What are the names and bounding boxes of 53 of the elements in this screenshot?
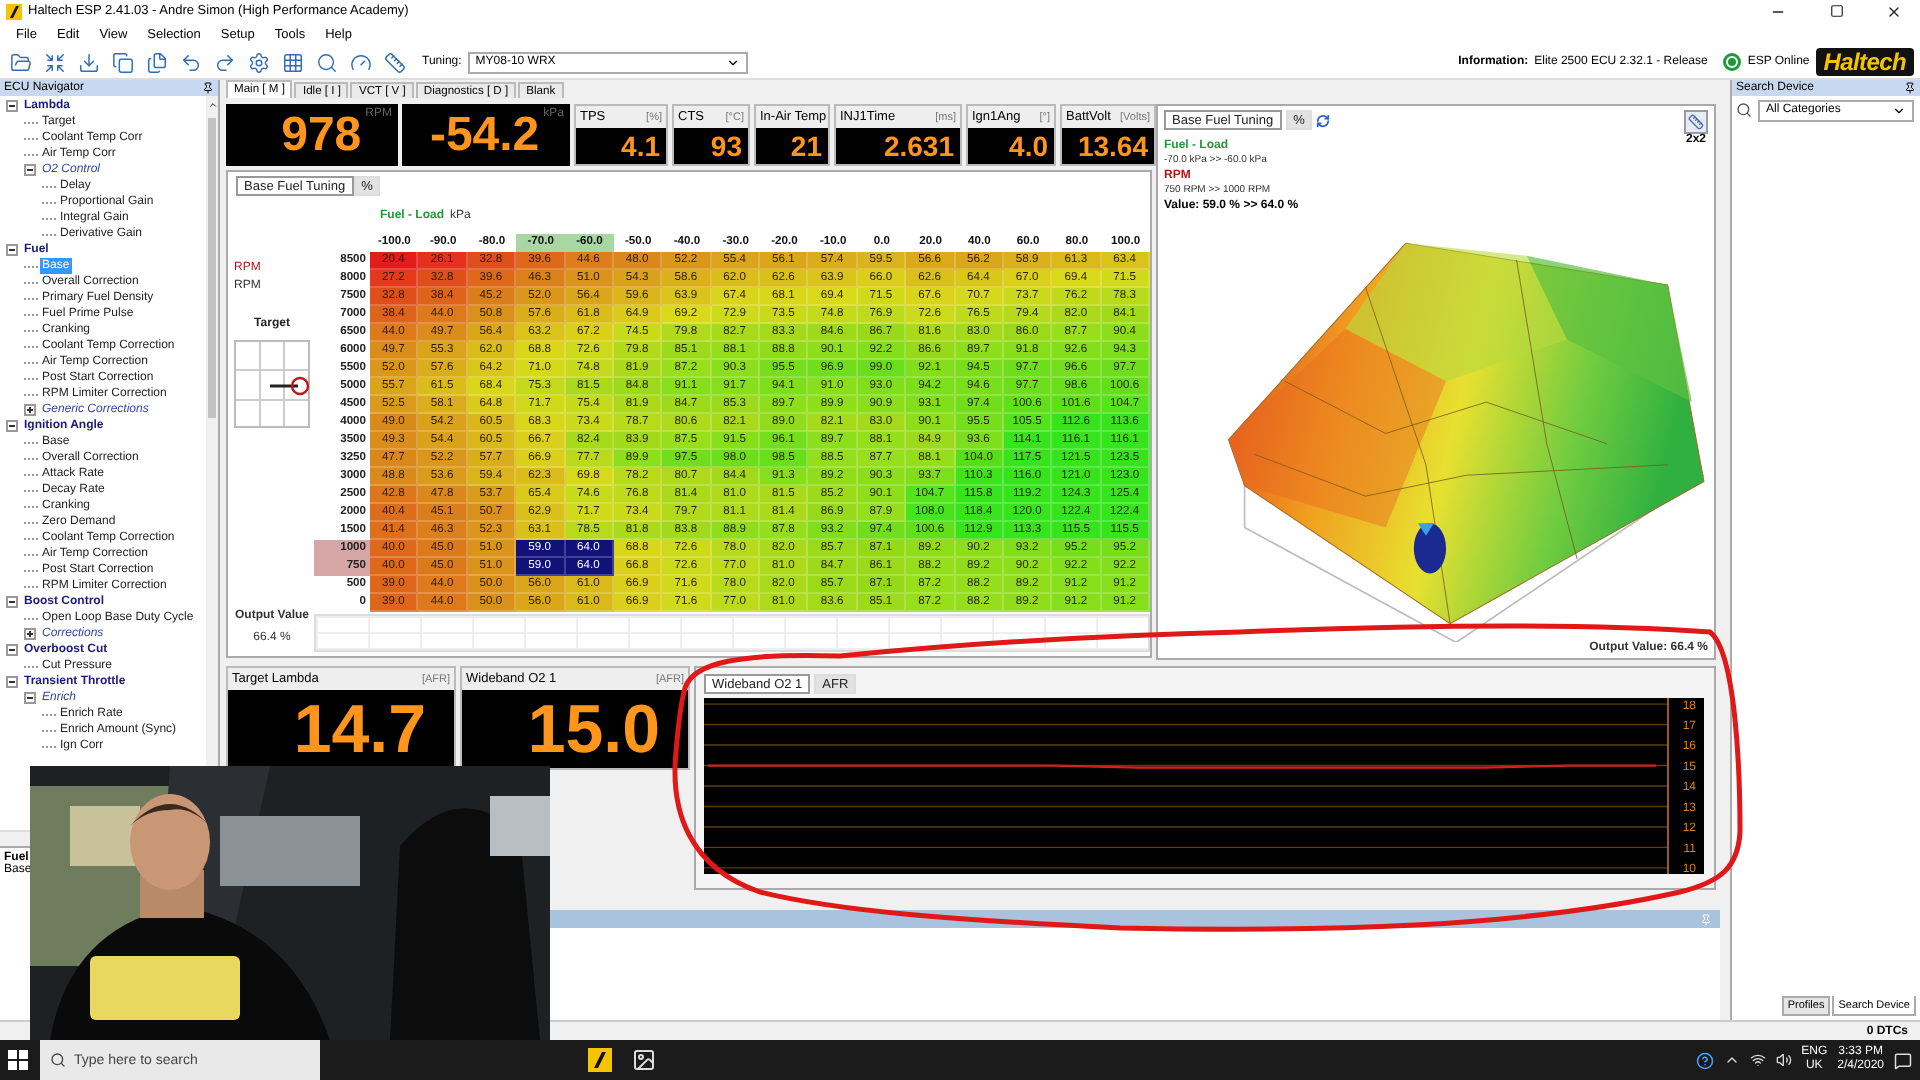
copy-icon[interactable] <box>108 48 136 76</box>
collapse-icon[interactable] <box>24 692 36 704</box>
horizontal-scrollbar[interactable] <box>0 830 30 846</box>
app-icon <box>6 3 22 19</box>
collapse-icon[interactable] <box>6 100 18 112</box>
gauge-value: 978 <box>281 111 362 159</box>
gauge-value: 4.0 <box>1009 132 1048 160</box>
ruler-icon[interactable] <box>380 48 408 76</box>
collapse-icon[interactable] <box>6 596 18 608</box>
cursor-marker <box>1413 522 1447 574</box>
pin-icon[interactable] <box>1904 82 1916 94</box>
scroll-up-icon[interactable] <box>207 100 217 110</box>
expand-icon[interactable] <box>24 628 36 640</box>
gauge-value: 2.631 <box>883 132 954 160</box>
gauge-value: -54.2 <box>429 111 540 159</box>
search-icon[interactable] <box>312 48 340 76</box>
maximize-icon <box>1829 4 1843 18</box>
help-icon[interactable] <box>1695 1051 1714 1069</box>
gauge-value: 93 <box>710 132 742 160</box>
gauge-value: 21 <box>790 132 822 160</box>
dropdown-caret-icon <box>725 55 740 69</box>
chevron-up-icon[interactable] <box>1723 1052 1740 1068</box>
app-icon[interactable] <box>584 1044 616 1076</box>
close-icon <box>1886 3 1902 19</box>
network-icon[interactable] <box>1749 1052 1766 1068</box>
volume-icon[interactable] <box>1775 1052 1792 1068</box>
collapse-icon[interactable] <box>6 420 18 432</box>
expand-icon[interactable] <box>24 404 36 416</box>
target-crosshair-drawing <box>234 340 310 428</box>
collapse-icon[interactable] <box>6 676 18 688</box>
gauge-value: 4.1 <box>621 132 660 160</box>
search-icon[interactable] <box>1736 102 1752 118</box>
gauge-value: 13.64 <box>1077 132 1148 160</box>
collapse-icon[interactable] <box>6 644 18 656</box>
search-icon <box>50 1052 66 1068</box>
logo: Haltech <box>1815 48 1914 76</box>
image-icon[interactable] <box>628 1044 660 1076</box>
collapse-icon[interactable] <box>6 244 18 256</box>
notification-icon[interactable] <box>1894 1051 1912 1069</box>
refresh-icon[interactable] <box>1316 113 1331 127</box>
gauge-value: 14.7 <box>293 695 426 763</box>
dropdown-caret-icon <box>1892 103 1906 117</box>
grid-icon[interactable] <box>278 48 306 76</box>
shrink-icon[interactable] <box>40 48 68 76</box>
gauge-value: 15.0 <box>527 695 660 763</box>
collapse-icon[interactable] <box>24 164 36 176</box>
download-icon[interactable] <box>74 48 102 76</box>
open-folder-icon[interactable] <box>6 48 34 76</box>
pin-icon[interactable] <box>202 82 214 94</box>
scrollbar-thumb[interactable] <box>208 118 216 418</box>
windows-start-icon[interactable] <box>8 1050 28 1070</box>
files-icon[interactable] <box>142 48 170 76</box>
settings-icon[interactable] <box>244 48 272 76</box>
